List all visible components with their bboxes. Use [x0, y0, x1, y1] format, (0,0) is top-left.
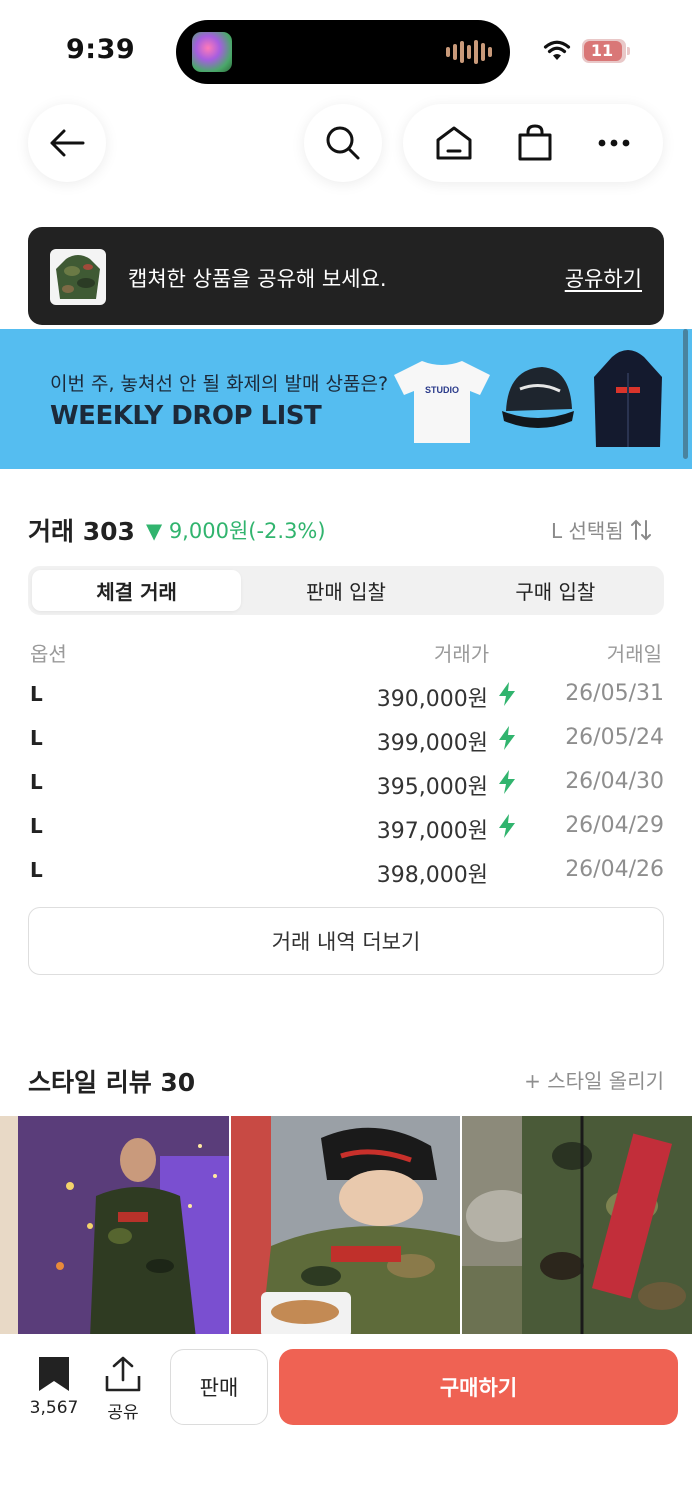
- weekly-drop-banner[interactable]: 이번 주, 놓쳐선 안 될 화제의 발매 상품은? WEEKLY DROP LI…: [0, 329, 692, 469]
- back-button[interactable]: [28, 104, 106, 182]
- arrow-left-icon: [50, 129, 85, 157]
- more-trades-button[interactable]: 거래 내역 더보기: [28, 907, 664, 975]
- fast-delivery-icon: [499, 726, 515, 750]
- bookmark-button[interactable]: 3,567: [24, 1356, 84, 1418]
- style-photo[interactable]: [231, 1116, 460, 1338]
- bookmark-count: 3,567: [29, 1398, 79, 1418]
- banner-subtitle: 이번 주, 놓쳐선 안 될 화제의 발매 상품은?: [50, 373, 389, 395]
- row-date: 26/05/31: [565, 681, 664, 706]
- table-row: L 399,000원 26/05/24: [28, 718, 664, 762]
- home-icon[interactable]: [435, 125, 473, 161]
- row-date: 26/04/30: [565, 769, 664, 794]
- fast-delivery-icon: [499, 770, 515, 794]
- more-icon[interactable]: [597, 138, 631, 148]
- upload-style-link[interactable]: + 스타일 올리기: [524, 1065, 664, 1094]
- scroll-indicator[interactable]: [683, 329, 688, 459]
- row-option: L: [30, 770, 43, 794]
- battery-level: 11: [590, 41, 614, 60]
- size-selector-label: L 선택됨: [551, 519, 624, 543]
- row-option: L: [30, 682, 43, 706]
- table-row: L 397,000원 26/04/29: [28, 806, 664, 850]
- hoodie-image: [594, 350, 662, 447]
- price-change: ▼ 9,000원(-2.3%): [146, 519, 326, 543]
- battery-indicator: 11: [582, 39, 630, 63]
- row-date: 26/05/24: [565, 725, 664, 750]
- toast-message: 캡쳐한 상품을 공유해 보세요.: [128, 267, 387, 291]
- style-photo[interactable]: [462, 1116, 692, 1338]
- tshirt-print: STUDIO: [425, 385, 459, 395]
- table-row: L 395,000원 26/04/30: [28, 762, 664, 806]
- tab-sell-bids[interactable]: 판매 입찰: [241, 570, 450, 611]
- wifi-icon: [543, 40, 571, 60]
- sell-button[interactable]: 판매: [170, 1349, 268, 1425]
- audio-waveform-icon: [446, 40, 492, 64]
- trade-tabs: 체결 거래 판매 입찰 구매 입찰: [28, 566, 664, 615]
- tshirt-image: STUDIO: [394, 361, 490, 443]
- table-row: L 390,000원 26/05/31: [28, 674, 664, 718]
- fast-delivery-icon: [499, 682, 515, 706]
- share-toast: 캡쳐한 상품을 공유해 보세요. 공유하기: [28, 227, 664, 325]
- row-price: 390,000원: [376, 687, 488, 712]
- row-date: 26/04/26: [565, 857, 664, 882]
- share-icon: [105, 1356, 141, 1392]
- status-time: 9:39: [66, 34, 136, 65]
- buy-button[interactable]: 구매하기: [279, 1349, 678, 1425]
- tab-concluded-trades[interactable]: 체결 거래: [32, 570, 242, 611]
- row-date: 26/04/29: [565, 813, 664, 838]
- column-header-option: 옵션: [30, 642, 67, 666]
- banner-title: WEEKLY DROP LIST: [50, 401, 322, 431]
- search-icon: [326, 126, 360, 160]
- column-header-date: 거래일: [606, 642, 662, 666]
- shopping-bag-icon[interactable]: [517, 124, 553, 162]
- bookmark-icon: [39, 1357, 69, 1391]
- tab-buy-bids[interactable]: 구매 입찰: [451, 570, 660, 611]
- search-button[interactable]: [304, 104, 382, 182]
- nav-action-group: [403, 104, 663, 182]
- cap-image: [502, 367, 574, 428]
- product-thumbnail: [50, 249, 106, 305]
- trade-count-heading: 거래 303: [28, 517, 135, 546]
- share-label: 공유: [107, 1403, 139, 1423]
- table-row: L 398,000원 26/04/26: [28, 850, 664, 894]
- style-photo[interactable]: [0, 1116, 229, 1338]
- row-option: L: [30, 814, 43, 838]
- dynamic-island: [176, 20, 510, 84]
- row-price: 395,000원: [376, 775, 488, 800]
- now-playing-app-icon: [192, 32, 232, 72]
- row-option: L: [30, 726, 43, 750]
- row-price: 398,000원: [376, 863, 488, 888]
- size-selector[interactable]: L 선택됨: [551, 515, 652, 544]
- row-price: 399,000원: [376, 731, 488, 756]
- style-review-heading: 스타일 리뷰 30: [28, 1068, 196, 1097]
- sort-icon: [630, 519, 651, 540]
- share-button[interactable]: 공유: [100, 1356, 146, 1423]
- fast-delivery-icon: [499, 814, 515, 838]
- row-price: 397,000원: [376, 819, 488, 844]
- row-option: L: [30, 858, 43, 882]
- column-header-price: 거래가: [434, 642, 490, 666]
- toast-share-link[interactable]: 공유하기: [565, 263, 642, 293]
